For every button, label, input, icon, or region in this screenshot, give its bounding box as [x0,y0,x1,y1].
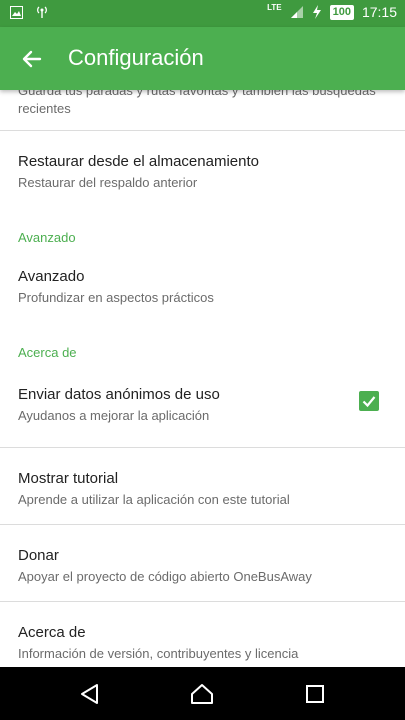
navigation-bar [0,667,405,720]
charging-icon [312,5,322,19]
advanced-title: Avanzado [18,268,85,285]
favorites-backup-summary-line2: recientes [18,101,71,116]
nav-back-icon[interactable] [77,681,103,707]
analytics-item[interactable]: Enviar datos anónimos de uso Ayudanos a … [0,361,405,447]
analytics-summary: Ayudanos a mejorar la aplicación [18,408,210,423]
section-header-advanced: Avanzado [18,230,76,245]
image-notification-icon [10,5,23,19]
settings-list: Guarda tus paradas y rutas favoritas y t… [0,90,405,667]
hotspot-icon [35,5,49,19]
restore-item[interactable]: Restaurar desde el almacenamiento Restau… [0,131,405,207]
page-title: Configuración [68,45,204,70]
restore-summary: Restaurar del respaldo anterior [18,175,198,190]
favorites-backup-summary-line1: Guarda tus paradas y rutas favoritas y t… [18,90,376,98]
restore-title: Restaurar desde el almacenamiento [18,153,259,170]
nav-recents-icon[interactable] [302,681,328,707]
advanced-item[interactable]: Avanzado Profundizar en aspectos práctic… [0,246,405,322]
analytics-title: Enviar datos anónimos de uso [18,386,220,403]
tutorial-title: Mostrar tutorial [18,470,119,487]
tutorial-item[interactable]: Mostrar tutorial Aprende a utilizar la a… [0,448,405,524]
about-title: Acerca de [18,624,86,641]
app-bar: Configuración [0,27,405,90]
about-item[interactable]: Acerca de Información de versión, contri… [0,602,405,667]
back-arrow-icon[interactable] [18,45,46,73]
signal-icon [290,5,304,19]
section-header-about: Acerca de [18,345,77,360]
checkmark-icon [362,396,376,408]
donate-summary: Apoyar el proyecto de código abierto One… [18,569,312,584]
nav-home-icon[interactable] [189,681,215,707]
battery-indicator: 100 [329,4,354,20]
favorites-backup-item[interactable]: Guarda tus paradas y rutas favoritas y t… [0,90,405,130]
analytics-checkbox[interactable] [359,391,379,411]
tutorial-summary: Aprende a utilizar la aplicación con est… [18,492,290,507]
advanced-summary: Profundizar en aspectos prácticos [18,290,214,305]
network-type-label: LTE [267,2,282,12]
donate-item[interactable]: Donar Apoyar el proyecto de código abier… [0,525,405,601]
about-summary: Información de versión, contribuyentes y… [18,646,299,661]
donate-title: Donar [18,547,59,564]
status-time: 17:15 [361,4,397,20]
status-bar: LTE 100 17:15 [0,0,405,27]
